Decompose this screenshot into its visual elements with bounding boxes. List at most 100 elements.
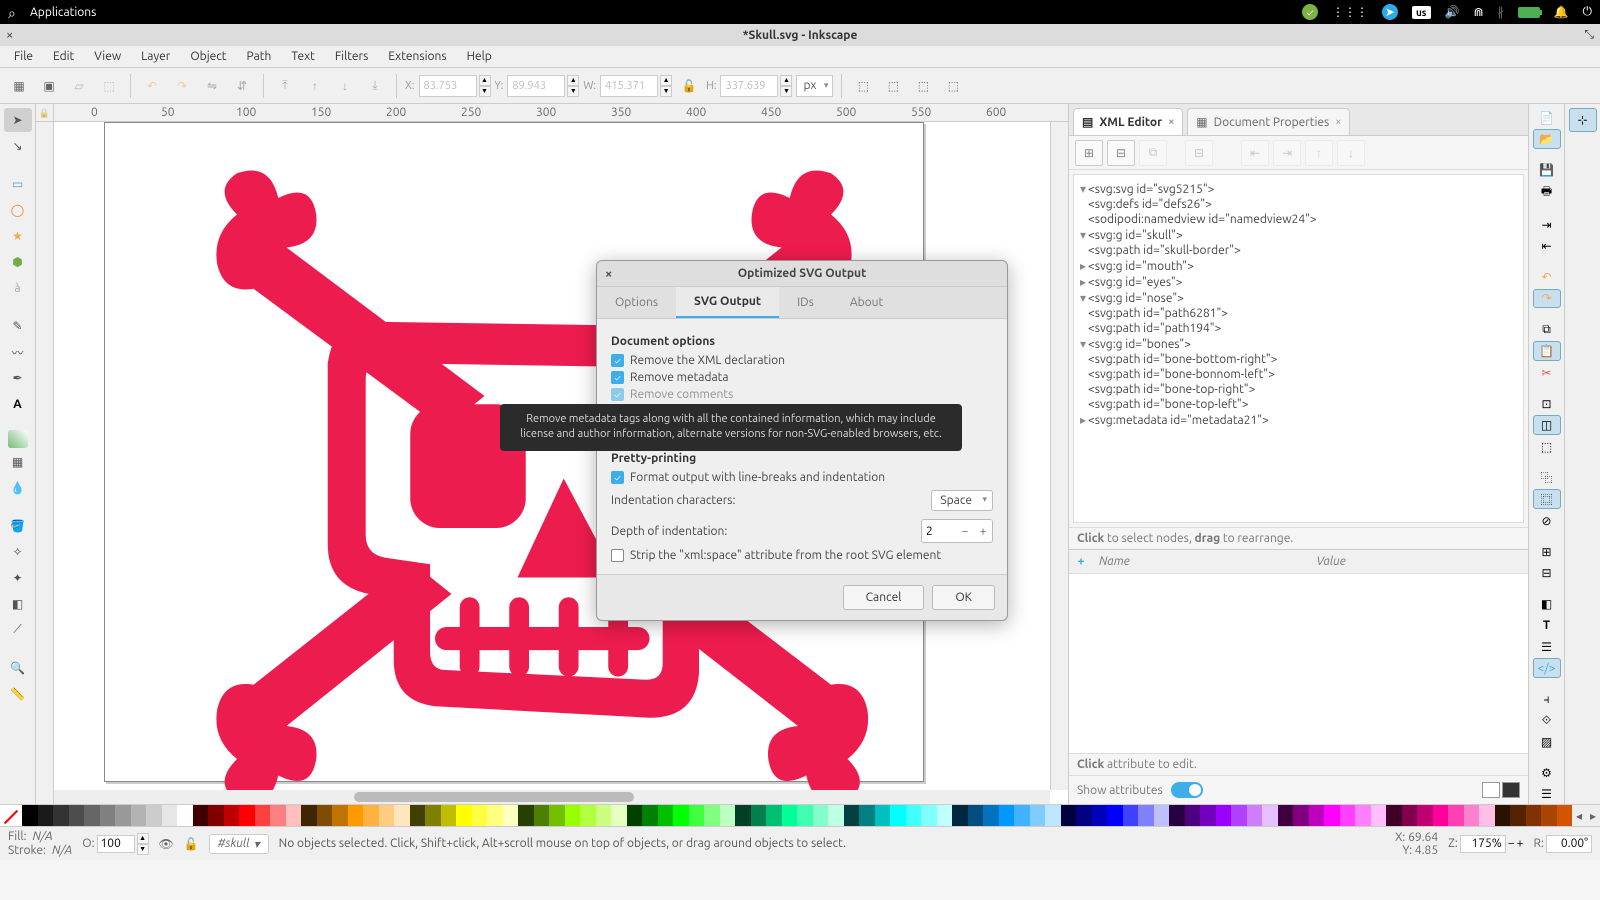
palette-swatch[interactable] — [1061, 805, 1077, 826]
lock-wh-icon[interactable]: 🔓 — [676, 73, 702, 99]
palette-swatch[interactable] — [565, 805, 581, 826]
palette-swatch[interactable] — [937, 805, 953, 826]
keyboard-layout[interactable]: us — [1412, 6, 1431, 19]
palette-swatch[interactable] — [797, 805, 813, 826]
palette-swatch[interactable] — [518, 805, 534, 826]
move-gradients-icon[interactable]: ⬚ — [910, 73, 936, 99]
palette-swatch[interactable] — [1278, 805, 1294, 826]
palette-swatch[interactable] — [751, 805, 767, 826]
palette-swatch[interactable] — [766, 805, 782, 826]
palette-swatch[interactable] — [1216, 805, 1232, 826]
palette-swatch[interactable] — [317, 805, 333, 826]
xml-node[interactable]: <svg:path id="path194"> — [1078, 321, 1519, 336]
w-input[interactable] — [600, 75, 658, 97]
horizontal-ruler[interactable]: 0 50 100 150 200 250 300 350 400 450 500… — [36, 104, 1068, 122]
palette-swatch[interactable] — [1355, 805, 1371, 826]
dropper-tool-icon[interactable]: 💧 — [4, 476, 32, 500]
indent-depth-plus[interactable]: + — [974, 520, 992, 542]
menu-file[interactable]: File — [6, 48, 41, 65]
palette-swatch[interactable] — [1479, 805, 1495, 826]
opacity-up[interactable]: ▲ — [137, 833, 149, 844]
w-up[interactable]: ▲ — [660, 75, 672, 86]
x-input[interactable] — [419, 75, 477, 97]
add-attribute-icon[interactable]: + — [1069, 555, 1093, 568]
group-icon[interactable]: ⊞ — [1533, 542, 1561, 561]
zoom-out-icon[interactable]: − — [1508, 837, 1515, 850]
save-icon[interactable]: 💾 — [1533, 161, 1561, 180]
cut-icon[interactable]: ✂ — [1533, 363, 1561, 382]
xml-node[interactable]: ▾<svg:g id="nose"> — [1078, 290, 1519, 306]
lower-icon[interactable]: ↓ — [332, 73, 358, 99]
palette-swatch[interactable] — [1293, 805, 1309, 826]
gradient-tool-icon[interactable] — [8, 430, 28, 448]
palette-swatch[interactable] — [441, 805, 457, 826]
palette-swatch[interactable] — [162, 805, 178, 826]
h-up[interactable]: ▲ — [780, 75, 792, 86]
palette-swatch[interactable] — [689, 805, 705, 826]
unlink-clone-icon[interactable]: ⊘ — [1533, 511, 1561, 530]
chk-strip-xmlspace[interactable] — [611, 549, 624, 562]
scale-corners-icon[interactable]: ⬚ — [880, 73, 906, 99]
palette-swatch[interactable] — [1200, 805, 1216, 826]
palette-swatch[interactable] — [38, 805, 54, 826]
xml-node[interactable]: ▸<svg:g id="mouth"> — [1078, 258, 1519, 274]
palette-swatch[interactable] — [1309, 805, 1325, 826]
y-down[interactable]: ▼ — [567, 86, 579, 97]
flip-h-icon[interactable]: ⇋ — [199, 73, 225, 99]
fill-stroke-icon[interactable]: ◧ — [1533, 595, 1561, 614]
palette-swatch[interactable] — [379, 805, 395, 826]
star-tool-icon[interactable]: ★ — [4, 224, 32, 248]
dialog-close-icon[interactable]: × — [605, 267, 612, 281]
palette-swatch[interactable] — [999, 805, 1015, 826]
dialog-tab-svg-output[interactable]: SVG Output — [676, 287, 779, 318]
palette-swatch[interactable] — [425, 805, 441, 826]
xml-node[interactable]: <svg:path id="path6281"> — [1078, 306, 1519, 321]
unindent-node-icon[interactable]: ⇤ — [1241, 140, 1269, 166]
palette-swatch[interactable] — [735, 805, 751, 826]
print-icon[interactable]: 🖶 — [1533, 182, 1561, 203]
y-input[interactable] — [507, 75, 565, 97]
palette-swatch[interactable] — [720, 805, 736, 826]
xml-node[interactable]: ▸<svg:g id="eyes"> — [1078, 274, 1519, 290]
xml-node[interactable]: <svg:defs id="defs26"> — [1078, 197, 1519, 212]
palette-swatch[interactable] — [534, 805, 550, 826]
palette-swatch[interactable] — [952, 805, 968, 826]
text-dialog-icon[interactable]: T — [1533, 616, 1561, 635]
spray-tool-icon[interactable]: ✦ — [4, 566, 32, 590]
palette-swatch[interactable] — [1541, 805, 1557, 826]
tray-telegram-icon[interactable]: ➤ — [1382, 4, 1398, 20]
zoom-page-icon[interactable]: ◫ — [1533, 415, 1561, 435]
w-down[interactable]: ▼ — [660, 86, 672, 97]
indent-depth-input[interactable] — [922, 522, 956, 541]
palette-swatch[interactable] — [611, 805, 627, 826]
x-up[interactable]: ▲ — [479, 75, 491, 86]
mesh-tool-icon[interactable]: ▦ — [4, 450, 32, 474]
rectangle-tool-icon[interactable]: ▭ — [4, 172, 32, 196]
opacity-down[interactable]: ▼ — [137, 844, 149, 855]
zoom-input[interactable] — [1460, 835, 1506, 853]
palette-swatch[interactable] — [1247, 805, 1263, 826]
palette-swatch[interactable] — [1185, 805, 1201, 826]
close-xml-tab-icon[interactable]: × — [1168, 116, 1174, 128]
duplicate-node-icon[interactable]: ⧉ — [1139, 140, 1167, 166]
palette-swatch[interactable] — [1231, 805, 1247, 826]
palette-swatch[interactable] — [1402, 805, 1418, 826]
align-icon[interactable]: ⫞ — [1533, 690, 1561, 709]
palette-swatch[interactable] — [642, 805, 658, 826]
move-patterns-icon[interactable]: ⬚ — [940, 73, 966, 99]
vertical-ruler[interactable] — [36, 122, 54, 804]
wifi-icon[interactable]: ⋒ — [1473, 5, 1483, 19]
palette-swatch[interactable] — [968, 805, 984, 826]
ungroup-icon[interactable]: ⊟ — [1533, 563, 1561, 582]
os-search-icon[interactable] — [8, 5, 22, 19]
palette-swatch[interactable] — [224, 805, 240, 826]
new-doc-icon[interactable]: 📄 — [1533, 108, 1561, 127]
h-down[interactable]: ▼ — [780, 86, 792, 97]
clone-icon[interactable]: ⿴ — [1533, 489, 1561, 509]
palette-swatch[interactable] — [84, 805, 100, 826]
palette-swatch[interactable] — [1417, 805, 1433, 826]
palette-swatch[interactable] — [921, 805, 937, 826]
transform-icon[interactable]: ⟐ — [1533, 711, 1561, 730]
vertical-scrollbar[interactable] — [1050, 122, 1068, 790]
palette-swatch[interactable] — [1448, 805, 1464, 826]
